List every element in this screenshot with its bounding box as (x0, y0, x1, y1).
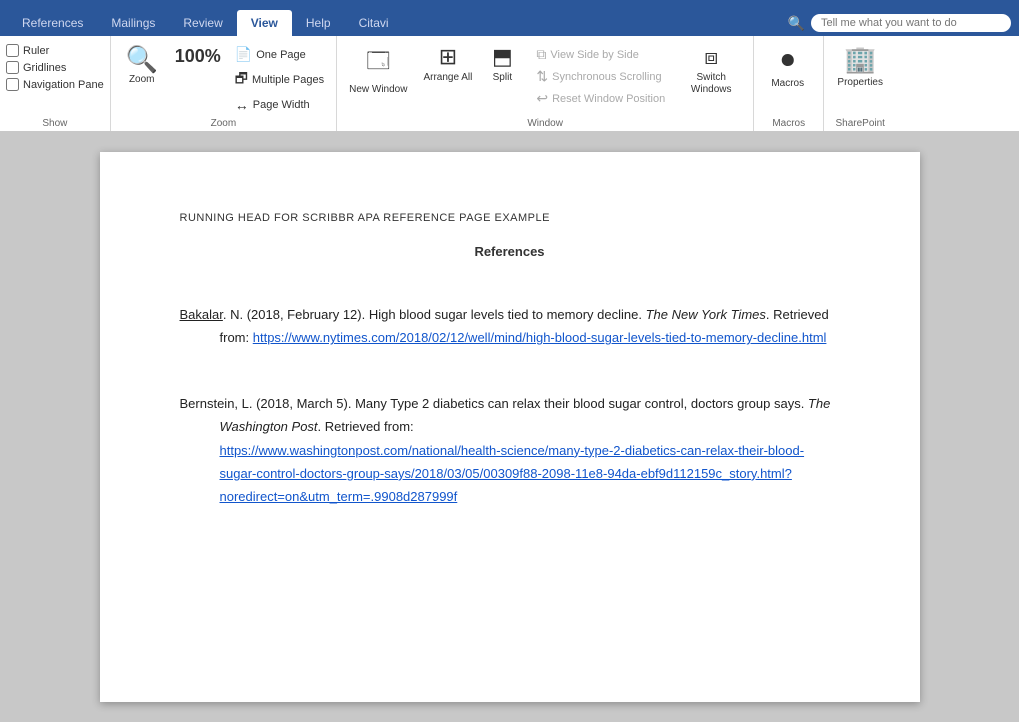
tab-review[interactable]: Review (169, 10, 236, 36)
window-stacked: ⧉ View Side by Side ⇅ Synchronous Scroll… (526, 40, 671, 123)
view-side-by-side-button[interactable]: ⧉ View Side by Side (530, 44, 671, 65)
window-btn-col2: ⊞ Arrange All (417, 40, 478, 88)
ref2-author: Bernstein, L. (2018, March 5). Many Type… (180, 396, 831, 434)
split-button[interactable]: ⬒ Split (482, 40, 522, 88)
zoom-percent-button[interactable]: 100% (169, 40, 227, 84)
split-label: Split (493, 72, 512, 84)
multiple-pages-label: Multiple Pages (252, 74, 324, 86)
sharepoint-group-label: SharePoint (824, 118, 896, 129)
multiple-pages-button[interactable]: 🗗 Multiple Pages (229, 66, 330, 94)
window-btn-col3: ⬒ Split (482, 40, 522, 88)
view-side-by-side-icon: ⧉ (536, 46, 546, 63)
macros-label: Macros (771, 78, 804, 90)
zoom-label: Zoom (129, 74, 155, 86)
multiple-pages-icon: 🗗 (235, 68, 248, 92)
ruler-checkbox[interactable]: Ruler (6, 44, 104, 57)
synchronous-scrolling-label: Synchronous Scrolling (552, 71, 661, 83)
tab-mailings[interactable]: Mailings (97, 10, 169, 36)
search-input[interactable] (811, 14, 1011, 32)
zoom-icon: 🔍 (126, 46, 158, 72)
zoom-group: 🔍 Zoom 100% 📄 One Page 🗗 Multiple Pages (111, 36, 337, 131)
tab-bar: References Mailings Review View Help Cit… (0, 0, 1019, 36)
window-group: 🗔 New Window ⊞ Arrange All ⬒ Split ⧉ (337, 36, 754, 131)
tab-citavi[interactable]: Citavi (345, 10, 403, 36)
navigation-pane-checkbox[interactable]: Navigation Pane (6, 78, 104, 91)
macros-icon: ⏺ (781, 44, 794, 76)
synchronous-scrolling-icon: ⇅ (536, 68, 548, 85)
reset-window-position-icon: ↩ (536, 90, 548, 107)
ref1-author: Bakalar (180, 307, 223, 322)
page-width-button[interactable]: ↔ Page Width (229, 95, 330, 115)
page-width-icon: ↔ (235, 97, 249, 113)
show-checkboxes: Ruler Gridlines Navigation Pane (6, 40, 104, 105)
show-group: Ruler Gridlines Navigation Pane Show (0, 36, 111, 131)
ribbon-content: Ruler Gridlines Navigation Pane Show 🔍 Z… (0, 36, 1019, 132)
one-page-label: One Page (256, 49, 306, 61)
document-page: RUNNING HEAD FOR SCRIBBR APA REFERENCE P… (100, 152, 920, 702)
tab-help[interactable]: Help (292, 10, 345, 36)
switch-windows-icon: ⧈ (704, 44, 718, 70)
zoom-group-label: Zoom (111, 118, 336, 129)
show-group-items: Ruler Gridlines Navigation Pane (6, 40, 104, 129)
tab-references[interactable]: References (8, 10, 97, 36)
macros-group: ⏺ Macros Macros (754, 36, 824, 131)
ribbon-bar: References Mailings Review View Help Cit… (0, 0, 1019, 36)
new-window-label: New Window (349, 84, 407, 96)
arrange-all-icon: ⊞ (439, 44, 457, 70)
one-page-icon: 📄 (235, 46, 252, 63)
zoom-button[interactable]: 🔍 Zoom (117, 40, 167, 90)
macros-button[interactable]: ⏺ Macros (760, 40, 815, 94)
zoom-percent-value: 100% (175, 46, 221, 68)
one-page-button[interactable]: 📄 One Page (229, 44, 330, 65)
arrange-all-label: Arrange All (423, 72, 472, 84)
document-header: RUNNING HEAD FOR SCRIBBR APA REFERENCE P… (180, 212, 840, 224)
macros-group-items: ⏺ Macros (760, 40, 815, 129)
arrange-all-button[interactable]: ⊞ Arrange All (417, 40, 478, 88)
tab-view[interactable]: View (237, 10, 292, 36)
sharepoint-group: 🏢 Properties SharePoint (824, 36, 896, 131)
gridlines-checkbox[interactable]: Gridlines (6, 61, 104, 74)
gridlines-label: Gridlines (23, 62, 66, 74)
synchronous-scrolling-button[interactable]: ⇅ Synchronous Scrolling (530, 66, 671, 87)
split-icon: ⬒ (492, 44, 513, 70)
ref1-link[interactable]: https://www.nytimes.com/2018/02/12/well/… (253, 330, 827, 345)
view-side-by-side-label: View Side by Side (550, 49, 638, 61)
switch-windows-label: Switch Windows (681, 72, 741, 96)
reference-entry-1: Bakalar. N. (2018, February 12). High bl… (220, 303, 840, 350)
page-width-label: Page Width (253, 99, 310, 111)
window-group-label: Window (337, 118, 753, 129)
show-group-label: Show (0, 118, 110, 129)
properties-button[interactable]: 🏢 Properties (830, 40, 890, 93)
macros-group-label: Macros (754, 118, 823, 129)
zoom-stacked: 📄 One Page 🗗 Multiple Pages ↔ Page Width (229, 40, 330, 129)
properties-label: Properties (837, 77, 883, 89)
sharepoint-group-items: 🏢 Properties (830, 40, 890, 129)
document-area: RUNNING HEAD FOR SCRIBBR APA REFERENCE P… (0, 132, 1019, 722)
document-title: References (180, 244, 840, 259)
properties-icon: 🏢 (844, 44, 876, 75)
switch-windows-button[interactable]: ⧈ Switch Windows (675, 40, 747, 100)
reset-window-position-label: Reset Window Position (552, 93, 665, 105)
new-window-icon: 🗔 (366, 44, 390, 82)
switch-windows-col: ⧈ Switch Windows (675, 40, 747, 100)
ref2-link[interactable]: https://www.washingtonpost.com/national/… (220, 443, 805, 505)
new-window-button[interactable]: 🗔 New Window (343, 40, 413, 100)
navigation-pane-label: Navigation Pane (23, 79, 104, 91)
reset-window-position-button[interactable]: ↩ Reset Window Position (530, 88, 671, 109)
window-btn-col1: 🗔 New Window (343, 40, 413, 100)
ruler-label: Ruler (23, 45, 49, 57)
reference-entry-2: Bernstein, L. (2018, March 5). Many Type… (220, 392, 840, 509)
